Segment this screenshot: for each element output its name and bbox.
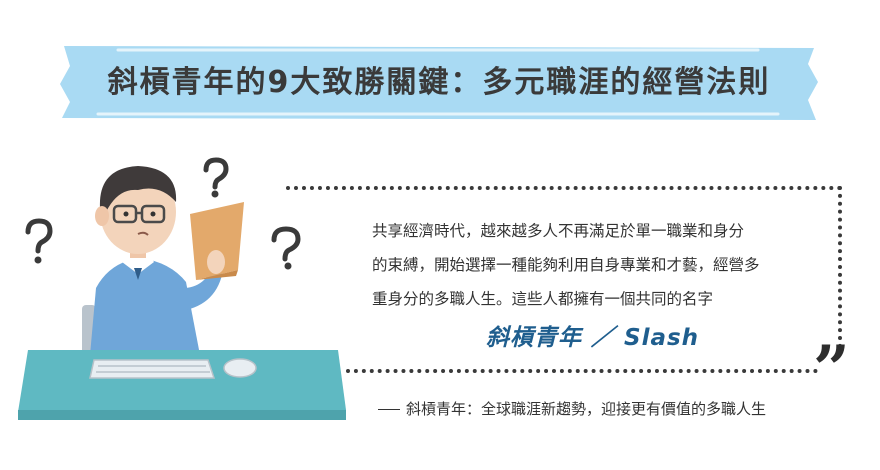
em-dash [378, 409, 400, 410]
close-quote-icon: ” [813, 332, 850, 407]
quote-frame-bottom [346, 369, 818, 373]
quote-body: 共享經濟時代，越來越多人不再滿足於單一職業和身分 的束縛，開始選擇一種能夠利用自… [372, 214, 824, 316]
question-mark-icon [25, 218, 53, 264]
keyboard-icon [89, 359, 216, 379]
quote-frame-right [838, 186, 842, 356]
title-banner: 斜槓青年的9大致勝關鍵：多元職涯的經營法則 [58, 44, 820, 122]
page-title: 斜槓青年的9大致勝關鍵：多元職涯的經營法則 [107, 65, 771, 100]
source-citation: 斜槓青年：全球職涯新趨勢，迎接更有價值的多職人生 [378, 398, 848, 419]
slash-heading: 斜槓青年 ／ Slash [486, 325, 700, 351]
mouse-icon [223, 358, 257, 378]
question-mark-icon [271, 226, 301, 270]
question-mark-icon [203, 157, 229, 198]
quote-line: 共享經濟時代，越來越多人不再滿足於單一職業和身分 [372, 222, 745, 240]
quote-line: 的束縛，開始選擇一種能夠利用自身專業和才藝，經營多 [372, 256, 760, 274]
source-text: 斜槓青年：全球職涯新趨勢，迎接更有價值的多職人生 [406, 400, 767, 418]
quote-line: 重身分的多職人生。這些人都擁有一個共同的名字 [372, 290, 714, 308]
confused-man-illustration [18, 157, 346, 420]
quote-frame-top [286, 186, 842, 190]
